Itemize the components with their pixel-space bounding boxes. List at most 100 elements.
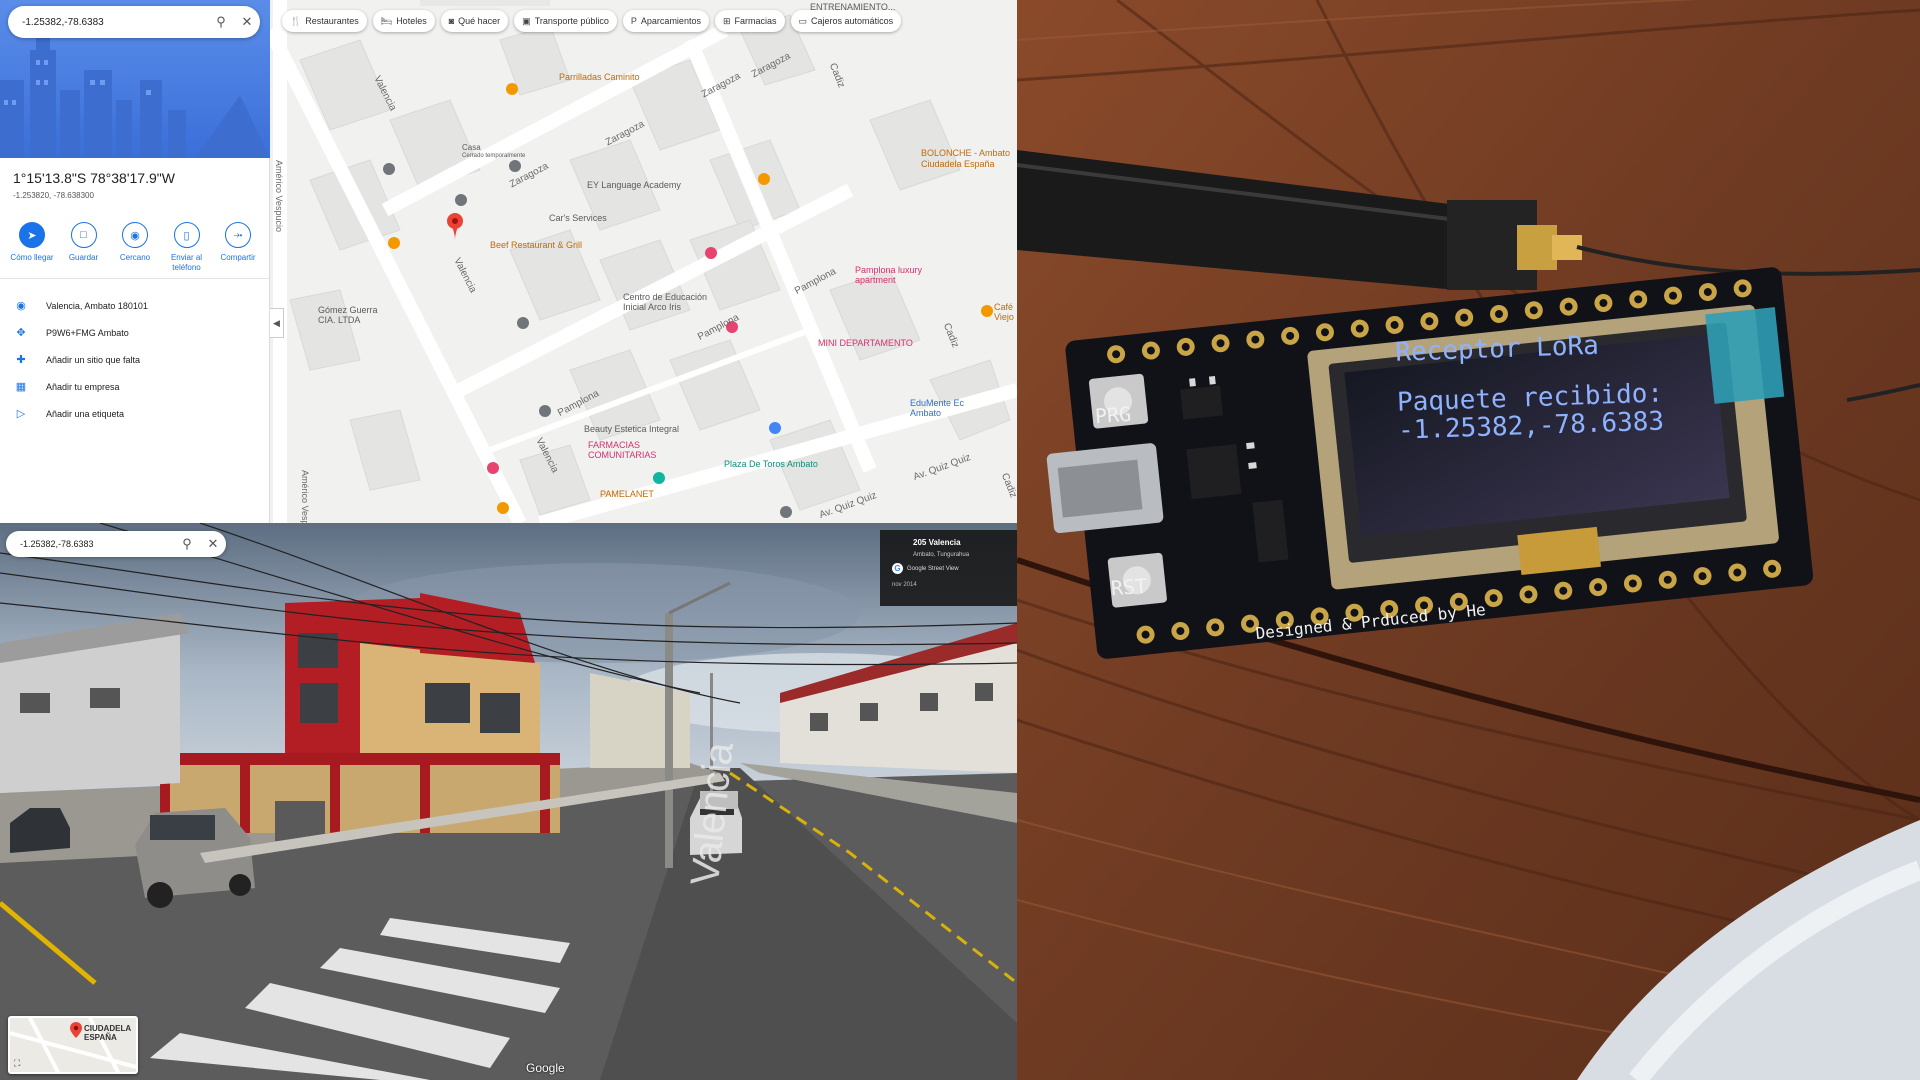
- save-label: Guardar: [68, 253, 99, 262]
- chip-aparcamientos[interactable]: P Aparcamientos: [622, 10, 709, 32]
- chip-label: Aparcamientos: [640, 16, 701, 26]
- poi-cafe-viejo-line1[interactable]: Café: [994, 302, 1013, 312]
- coordinates-decimal: -1.253820, -78.638300: [13, 191, 94, 200]
- poi-centro-educacion-line1[interactable]: Centro de Educación: [623, 292, 707, 302]
- mini-map-area-line1: CIUDADELA: [84, 1024, 132, 1033]
- close-icon[interactable]: ✕: [234, 9, 260, 35]
- place-info-list: ◉ Valencia, Ambato 180101 ✥ P9W6+FMG Amb…: [0, 292, 270, 427]
- chip-hoteles[interactable]: 🛏 Hoteles: [372, 10, 435, 32]
- lora-board-photo: Receptor LoRa Paquete recibido: -1.25382…: [1017, 0, 1920, 1080]
- label-icon: ▷: [16, 408, 26, 420]
- poi-cars-services[interactable]: Car's Services: [549, 213, 607, 223]
- poi-gomez-guerra-line1[interactable]: Gómez Guerra: [318, 305, 378, 315]
- lora-board-scene: [1017, 0, 1920, 1080]
- search-icon[interactable]: ⚲: [208, 9, 234, 35]
- poi-pamplona-apartment-line2: apartment: [855, 275, 896, 285]
- share-button[interactable]: ⤞ Compartir: [214, 222, 262, 273]
- poi-pamelanet[interactable]: PAMELANET: [600, 489, 654, 499]
- chip-cajeros-automáticos[interactable]: ▭ Cajeros automáticos: [790, 10, 902, 32]
- poi-casa-status: Cerrado temporalmente: [462, 153, 526, 159]
- chip-transporte-público[interactable]: ▣ Transporte público: [514, 10, 617, 32]
- street-view-source: G Google Street View: [892, 563, 1017, 574]
- coordinates-title: 1°15'13.8"S 78°38'17.9"W: [13, 170, 175, 186]
- silkscreen-rst: RST: [1110, 573, 1148, 601]
- poi-bolonche-line1[interactable]: BOLONCHE - Ambato: [921, 148, 1010, 158]
- plus-code-text: P9W6+FMG Ambato: [46, 327, 129, 338]
- share-icon: ⤞: [225, 222, 251, 248]
- poi-casa[interactable]: Casa: [462, 143, 481, 152]
- google-maps-panel: Parrilladas Caminito Casa Cerrado tempor…: [0, 0, 1017, 523]
- street-view-search-box: ⚲ ✕: [6, 531, 226, 557]
- poi-ey-language-academy[interactable]: EY Language Academy: [587, 180, 681, 190]
- street-view-source-text: Google Street View: [907, 565, 959, 572]
- chip-qué-hacer[interactable]: ◙ Qué hacer: [440, 10, 509, 32]
- poi-cafe-viejo-line2: Viejo: [994, 312, 1014, 322]
- send-to-phone-button[interactable]: ▯ Enviar al teléfono: [163, 222, 211, 273]
- info-row-add-place[interactable]: ✚ Añadir un sitio que falta: [0, 346, 270, 373]
- info-row-address[interactable]: ◉ Valencia, Ambato 180101: [0, 292, 270, 319]
- atm-icon: ▭: [798, 15, 808, 26]
- info-row-plus-code[interactable]: ✥ P9W6+FMG Ambato: [0, 319, 270, 346]
- street-view-address: 205 Valencia: [913, 538, 961, 547]
- poi-beef-restaurant[interactable]: Beef Restaurant & Grill: [490, 240, 582, 250]
- poi-farmacias-line2: COMUNITARIAS: [588, 450, 657, 460]
- street-view-mini-map[interactable]: CIUDADELA ESPAÑA ⛶: [8, 1016, 138, 1074]
- maps-search-box: ⚲ ✕: [8, 6, 260, 38]
- expand-map-icon[interactable]: ⛶: [14, 1058, 20, 1069]
- chip-label: Qué hacer: [458, 16, 501, 26]
- address-text: Valencia, Ambato 180101: [46, 300, 148, 311]
- poi-beauty-estetica[interactable]: Beauty Estetica Integral: [584, 424, 679, 434]
- poi-mini-departamento[interactable]: MINI DEPARTAMENTO: [818, 338, 913, 348]
- mini-map-pin-icon: [70, 1022, 82, 1038]
- add-place-icon: ✚: [16, 354, 26, 366]
- poi-parrilladas-caminito[interactable]: Parrilladas Caminito: [559, 72, 640, 82]
- place-sidebar: ⚲ ✕ 1°15'13.8"S 78°38'17.9"W -1.253820, …: [0, 0, 270, 523]
- hotel-icon: 🛏: [380, 15, 393, 26]
- search-icon[interactable]: ⚲: [174, 531, 200, 557]
- place-actions: ➤ Cómo llegar □ Guardar ◉ Cercano ▯ Envi…: [8, 222, 262, 273]
- poi-pamplona-apartment-line1[interactable]: Pamplona luxury: [855, 265, 922, 275]
- sidebar-divider: [0, 278, 270, 279]
- collapse-sidebar-button[interactable]: ◀: [270, 308, 284, 338]
- chip-label: Farmacias: [734, 16, 777, 26]
- directions-button[interactable]: ➤ Cómo llegar: [8, 222, 56, 273]
- street-view-scene[interactable]: [0, 523, 1017, 1080]
- google-watermark: Google: [526, 1061, 565, 1075]
- street-view-panel[interactable]: Valencia ⚲ ✕ 205 Valencia Ambato, Tungur…: [0, 523, 1017, 1080]
- poi-plaza-de-toros[interactable]: Plaza De Toros Ambato: [724, 459, 818, 469]
- share-label: Compartir: [220, 253, 256, 262]
- street-view-search-input[interactable]: [6, 539, 174, 549]
- directions-icon: ➤: [19, 222, 45, 248]
- nearby-icon: ◉: [122, 222, 148, 248]
- chip-farmacias[interactable]: ⊞ Farmacias: [714, 10, 785, 32]
- add-label-text: Añadir una etiqueta: [46, 408, 125, 419]
- poi-edumente-line2: Ambato: [910, 408, 942, 418]
- chip-label: Hoteles: [396, 16, 427, 26]
- directions-label: Cómo llegar: [10, 253, 54, 262]
- add-business-text: Añadir tu empresa: [46, 381, 120, 392]
- save-button[interactable]: □ Guardar: [60, 222, 108, 273]
- close-icon[interactable]: ✕: [200, 531, 226, 557]
- category-chips-bar: 🍴 Restaurantes 🛏 Hoteles ◙ Qué hacer ▣ Transpor…: [282, 10, 902, 32]
- oled-title: Receptor LoRa: [1394, 330, 1600, 368]
- poi-edumente-line1[interactable]: EduMente Ec: [910, 398, 964, 408]
- nearby-button[interactable]: ◉ Cercano: [111, 222, 159, 273]
- bookmark-icon: □: [70, 222, 97, 248]
- poi-farmacias-line1[interactable]: FARMACIAS: [588, 440, 640, 450]
- oled-display: Receptor LoRa Paquete recibido: -1.25382…: [1374, 316, 1749, 479]
- street-label-americo-vespucio-2: Américo Vespucio: [300, 470, 310, 523]
- maps-search-input[interactable]: [8, 16, 208, 28]
- silkscreen-prg: PRG: [1094, 401, 1132, 429]
- street-view-info-card[interactable]: 205 Valencia Ambato, Tungurahua G Google …: [880, 530, 1017, 606]
- chip-restaurantes[interactable]: 🍴 Restaurantes: [282, 10, 367, 32]
- poi-bolonche-line2: Ciudadela España: [921, 159, 995, 169]
- transit-icon: ▣: [522, 15, 531, 26]
- poi-gomez-guerra-line2: CIA. LTDA: [318, 315, 361, 325]
- street-label-americo-vespucio-1: Américo Vespucio: [274, 160, 284, 233]
- send-to-phone-label: Enviar al teléfono: [170, 253, 203, 272]
- mini-map-area-label: CIUDADELA ESPAÑA: [84, 1024, 131, 1042]
- info-row-add-label[interactable]: ▷ Añadir una etiqueta: [0, 400, 270, 427]
- google-logo-icon: G: [892, 563, 903, 574]
- info-row-add-business[interactable]: ▦ Añadir tu empresa: [0, 373, 270, 400]
- street-view-locality: Ambato, Tungurahua: [913, 552, 970, 558]
